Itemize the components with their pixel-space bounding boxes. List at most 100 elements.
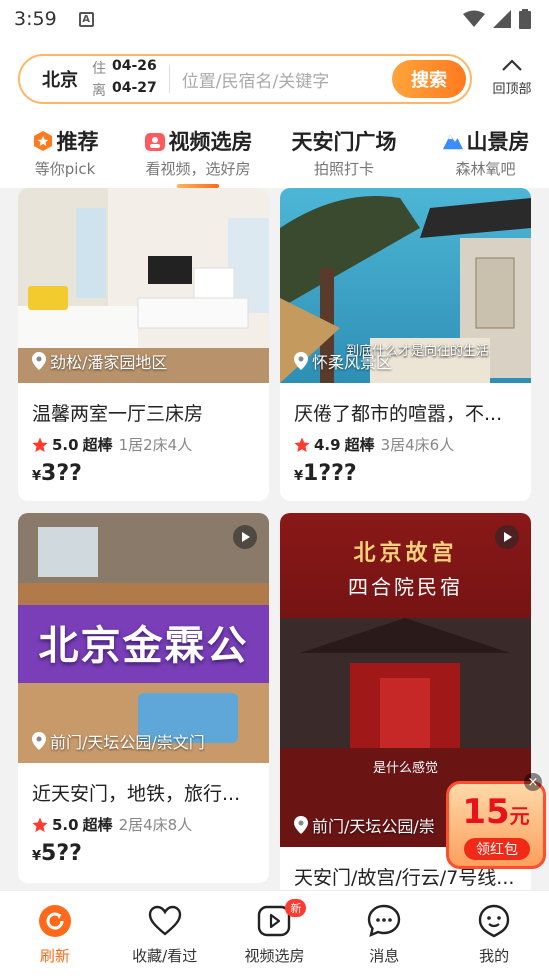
nav-label: 我的 bbox=[479, 947, 510, 965]
tab-subtitle: 森林氧吧 bbox=[455, 160, 516, 178]
room-info: 1居2床4人 bbox=[118, 436, 193, 454]
profile-face-icon bbox=[476, 903, 512, 939]
claim-red-packet-button[interactable]: 领红包 bbox=[464, 838, 530, 860]
checkout-date: 04-27 bbox=[112, 80, 157, 96]
tab-subtitle: 看视频，选好房 bbox=[145, 160, 251, 178]
price-value: 3?? bbox=[41, 461, 82, 486]
red-packet-promo[interactable]: 15元 领红包 × bbox=[446, 773, 546, 869]
back-to-top-label: 回顶部 bbox=[492, 82, 532, 97]
tab-recommend[interactable]: 推荐 等你pick bbox=[0, 120, 130, 188]
back-to-top-button[interactable]: 回顶部 bbox=[484, 56, 540, 97]
listing-price: ¥3?? bbox=[32, 461, 255, 486]
signal-icon bbox=[493, 10, 511, 28]
amount-unit: 元 bbox=[509, 804, 530, 828]
checkout-label: 离 bbox=[92, 83, 106, 99]
rating-star-icon bbox=[32, 437, 48, 452]
tab-tiananmen[interactable]: 天安门广场 拍照打卡 bbox=[266, 120, 422, 188]
status-time: 3:59 bbox=[14, 8, 57, 30]
search-bar[interactable]: 北京 住 04-26 离 04-27 位置/民宿名/关键字 搜索 bbox=[18, 54, 472, 104]
rating-score: 4.9 bbox=[314, 435, 341, 454]
rating-score: 5.0 bbox=[52, 815, 79, 834]
listing-location: 怀柔风景区 bbox=[294, 349, 392, 373]
checkin-label: 住 bbox=[92, 61, 106, 77]
nav-favorites[interactable]: 收藏/看过 bbox=[110, 891, 220, 976]
heart-icon bbox=[147, 903, 183, 939]
tab-subtitle: 拍照打卡 bbox=[313, 160, 374, 178]
close-icon[interactable]: × bbox=[524, 773, 542, 791]
location-pin-icon bbox=[294, 816, 308, 834]
listing-title: 温馨两室一厅三床房 bbox=[32, 403, 204, 425]
play-button[interactable] bbox=[495, 525, 519, 549]
tab-title: 天安门广场 bbox=[291, 130, 397, 154]
wifi-icon bbox=[463, 10, 485, 27]
listing-price: ¥5?? bbox=[32, 841, 255, 866]
video-caption: 北京金霖公 bbox=[38, 623, 249, 669]
listing-location: 劲松/潘家园地区 bbox=[32, 349, 167, 373]
rating-score: 5.0 bbox=[52, 435, 79, 454]
nav-profile[interactable]: 我的 bbox=[439, 891, 549, 976]
nav-video-rooms[interactable]: 新 视频选房 bbox=[220, 891, 330, 976]
tab-title: 山景房 bbox=[466, 130, 530, 154]
listing-location: 前门/天坛公园/崇文门 bbox=[32, 729, 205, 753]
listing-title: 厌倦了都市的喧嚣，不... bbox=[294, 403, 503, 425]
search-header: 北京 住 04-26 离 04-27 位置/民宿名/关键字 搜索 回顶部 bbox=[0, 38, 549, 120]
tab-mountain-view[interactable]: 山景房 森林氧吧 bbox=[422, 120, 549, 188]
nav-refresh[interactable]: 刷新 bbox=[0, 891, 110, 976]
listing-price: ¥1??? bbox=[294, 461, 517, 486]
room-info: 2居4床8人 bbox=[118, 816, 193, 834]
tab-video-rooms[interactable]: 视频选房 看视频，选好房 bbox=[130, 120, 266, 188]
nav-messages[interactable]: 消息 bbox=[329, 891, 439, 976]
new-badge: 新 bbox=[285, 899, 307, 917]
red-packet-body: 15元 领红包 bbox=[446, 781, 546, 869]
red-packet-amount: 15元 bbox=[449, 792, 543, 832]
location-text: 怀柔风景区 bbox=[312, 353, 393, 372]
price-value: 1??? bbox=[303, 461, 357, 486]
city-selector[interactable]: 北京 bbox=[42, 66, 86, 92]
tab-subtitle: 等你pick bbox=[34, 160, 96, 178]
location-text: 前门/天坛公园/崇文门 bbox=[50, 733, 205, 752]
location-pin-icon bbox=[294, 352, 308, 370]
listing-meta: 4.9 超棒 3居4床6人 bbox=[294, 434, 517, 455]
video-overlay-title: 北京故宫 bbox=[353, 540, 458, 566]
currency-symbol: ¥ bbox=[294, 469, 304, 484]
rating-tag: 超棒 bbox=[82, 436, 113, 454]
date-selector[interactable]: 住 04-26 离 04-27 bbox=[92, 58, 157, 100]
search-button[interactable]: 搜索 bbox=[392, 60, 466, 98]
listing-card[interactable]: 劲松/潘家园地区 温馨两室一厅三床房 5.0 超棒 1居2床4人 ¥3?? bbox=[18, 188, 269, 501]
status-icons bbox=[463, 9, 531, 29]
amount-value: 15 bbox=[462, 792, 510, 832]
bottom-navigation: 刷新 收藏/看过 新 视频选房 消息 我的 bbox=[0, 890, 549, 976]
location-pin-icon bbox=[32, 352, 46, 370]
chevron-up-icon bbox=[484, 56, 540, 78]
listing-photo: 北京金霖公 前门/天坛公园/崇文门 bbox=[18, 513, 269, 763]
refresh-icon bbox=[37, 903, 73, 939]
listing-meta: 5.0 超棒 1居2床4人 bbox=[32, 434, 255, 455]
listing-photo: 劲松/潘家园地区 bbox=[18, 188, 269, 383]
rating-tag: 超棒 bbox=[82, 816, 113, 834]
listing-photo: 到底什么才是向往的生活 怀柔风景区 bbox=[280, 188, 531, 383]
chat-bubble-icon bbox=[366, 903, 402, 939]
video-caption: 是什么感觉 bbox=[372, 761, 438, 776]
nav-label: 消息 bbox=[369, 947, 400, 965]
tab-title: 推荐 bbox=[56, 130, 99, 154]
battery-icon bbox=[519, 9, 531, 29]
listing-meta: 5.0 超棒 2居4床8人 bbox=[32, 814, 255, 835]
room-info: 3居4床6人 bbox=[380, 436, 455, 454]
tab-title: 视频选房 bbox=[168, 130, 253, 154]
mountain-icon bbox=[442, 130, 464, 152]
location-text: 前门/天坛公园/崇 bbox=[312, 817, 435, 836]
rating-tag: 超棒 bbox=[344, 436, 375, 454]
notification-a-icon: A bbox=[78, 11, 94, 27]
video-overlay-subtitle: 四合院民宿 bbox=[348, 575, 463, 599]
currency-symbol: ¥ bbox=[32, 849, 42, 864]
recommend-star-icon bbox=[32, 130, 54, 152]
listing-card[interactable]: 到底什么才是向往的生活 怀柔风景区 厌倦了都市的喧嚣，不... 4.9 超棒 3… bbox=[280, 188, 531, 501]
nav-label: 收藏/看过 bbox=[132, 947, 198, 965]
play-button[interactable] bbox=[233, 525, 257, 549]
listing-card[interactable]: 北京金霖公 前门/天坛公园/崇文门 近天安门，地铁，旅行... 5.0 超棒 2… bbox=[18, 513, 269, 883]
listing-location: 前门/天坛公园/崇 bbox=[294, 813, 435, 837]
currency-symbol: ¥ bbox=[32, 469, 42, 484]
search-input[interactable]: 位置/民宿名/关键字 bbox=[182, 67, 392, 92]
category-tabs: 推荐 等你pick 视频选房 看视频，选好房 天安门广场 拍照打卡 山景房 森林… bbox=[0, 120, 549, 188]
checkin-date: 04-26 bbox=[112, 58, 157, 74]
